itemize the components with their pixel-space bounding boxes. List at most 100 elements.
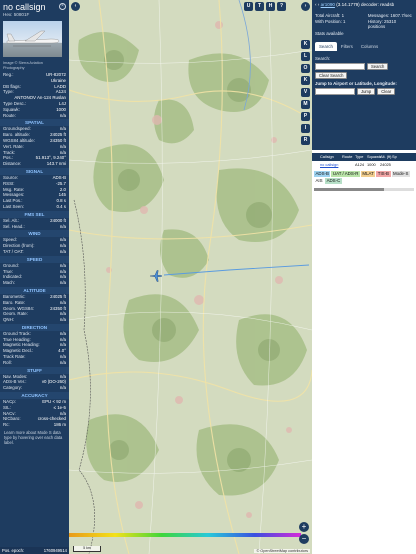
aircraft-list-panel: ‹ › ar1090 (3.14.1779) decoder: readsb T… [312,0,416,554]
photo-credit: Image © Sierra Aviation Photography [3,61,43,70]
map-side-button-2[interactable]: O [301,64,310,73]
panel-tabs: Search Filters Columns [315,41,413,51]
detail-label: Last Seen: [3,203,24,209]
tab-columns[interactable]: Columns [357,42,382,51]
search-area: Search: Search Clear Search Jump to Airp… [315,55,413,95]
source-legend: ADS-B UAT / ADS-R MLAT TIS-B Mode-S AIS ADS-C [312,168,416,187]
version-link[interactable]: ar1090 [321,2,335,7]
column-header[interactable]: Callsign [318,153,340,161]
table-cell [340,161,353,168]
search-input[interactable] [315,62,365,70]
map-side-button-3[interactable]: K [301,76,310,85]
detail-label: Reg.: [3,72,14,77]
section-header-direction[interactable]: DIRECTION [0,323,69,331]
detail-value: n/a [59,359,66,365]
detail-label: Rc: [3,422,10,428]
stat-value: Messages: 1607.7/sec [367,13,412,18]
table-scrollbar[interactable] [314,188,414,191]
tab-search[interactable]: Search [315,41,337,51]
map-side-button-6[interactable]: P [301,112,310,121]
map-button-3[interactable]: ? [277,2,286,11]
zoom-out-button[interactable]: − [299,534,309,544]
section-header-spatial[interactable]: SPATIAL [0,119,69,127]
map-side-button-7[interactable]: I [301,124,310,133]
column-header[interactable]: Sp [390,153,402,161]
aircraft-detail-panel: no callsign Hex: 50801F × Image © Sierra… [0,0,69,554]
aircraft-photo[interactable] [3,21,62,57]
detail-label: Route: [3,112,16,118]
map-side-button-0[interactable]: K [301,40,310,49]
table-row[interactable]: no callsign A124 1000 24025 [312,161,416,168]
detail-row: Route: n/a [0,113,69,119]
expand-right-icon[interactable]: › [301,2,310,11]
stat-value [368,31,413,36]
map-view[interactable]: U T H? KLOKVMPIR ‹ › + − 5 km © OpenStreet… [69,0,312,554]
detail-row: Category: n/a [0,385,69,391]
aircraft-table: Callsign Route Type Squawk Alt. (ft) Sp no ca… [312,153,416,168]
jump-button[interactable]: Jump [357,87,376,95]
detail-value: 0.4 s [56,203,66,209]
map-scale: 5 km [73,546,101,552]
table-cell: A124 [355,162,365,167]
stat-label: Stats available [315,30,344,36]
close-icon[interactable]: × [59,3,66,10]
detail-row: TAT / OAT: n/a [0,249,69,255]
column-header[interactable]: Route [340,153,353,161]
map-tiles[interactable] [69,0,312,554]
callsign-title: no callsign [3,2,46,12]
detail-row: Mach: n/a [0,280,69,286]
search-label: Search: [315,55,331,61]
column-header[interactable]: Alt. (ft) [378,153,391,161]
map-side-button-5[interactable]: M [301,100,310,109]
detail-row: QNH: n/a [0,317,69,323]
section-header-wind[interactable]: WIND [0,230,69,238]
section-header-speed[interactable]: SPEED [0,255,69,263]
detail-label: Distance: [3,161,22,167]
detail-row: Last Seen: 0.4 s [0,204,69,210]
source-badge: AIS [314,178,325,184]
section-header-altitude[interactable]: ALTITUDE [0,286,69,294]
clear-jump-button[interactable]: Clear [377,87,396,95]
map-button-2[interactable]: H [266,2,275,11]
table-cell [390,161,402,168]
detail-value: n/a [59,280,66,286]
stat-label: With Position: 1 [315,19,346,25]
collapse-left-icon[interactable]: ‹ [71,2,80,11]
column-header[interactable]: Squawk [365,153,381,161]
detail-value: n/a [59,112,66,118]
detail-row: Roll: n/a [0,360,69,366]
search-button[interactable]: Search [367,62,389,70]
map-side-button-4[interactable]: V [301,88,310,97]
section-header-stuff[interactable]: STUFF [0,366,69,374]
map-side-button-8[interactable]: R [301,136,310,145]
zoom-in-button[interactable]: + [299,522,309,532]
source-badge: Mode-S [391,171,410,177]
aircraft-photo-icon [6,30,60,47]
jump-label: Jump to Airport or Latitude, Longitude: [315,80,397,86]
detail-label: QNH: [3,317,14,323]
jump-input[interactable] [315,87,355,95]
source-badge: ADS-C [325,178,342,184]
detail-row: Sel. Head.: n/a [0,224,69,230]
stat-value: History: 25310 positions [367,19,397,30]
right-panel-header: ‹ › ar1090 (3.14.1779) decoder: readsb T… [312,0,416,150]
section-header-accuracy[interactable]: ACCURACY [0,392,69,400]
detail-label: Sel. Head.: [3,223,25,229]
map-attribution[interactable]: © OpenStreetMap contributors [254,549,310,553]
detail-header: no callsign Hex: 50801F × [0,0,69,20]
section-header-signal[interactable]: SIGNAL [0,167,69,175]
detail-value: n/a [59,317,66,323]
help-note: Learn more about Mode S data type by hov… [4,430,63,446]
clear-search-button[interactable]: Clear Search [315,71,348,79]
airplane-icon[interactable] [149,269,163,283]
column-header[interactable]: Type [353,153,365,161]
hex-code: Hex: 50801F [3,12,30,17]
map-side-button-1[interactable]: L [301,52,310,61]
version-line: ‹ › ar1090 (3.14.1779) decoder: readsb [315,2,413,7]
map-button-1[interactable]: T [255,2,264,11]
altitude-legend [69,533,301,537]
callsign-link[interactable]: no callsign [318,161,340,168]
section-header-fms-sel[interactable]: FMS SEL [0,210,69,218]
tab-filters[interactable]: Filters [337,42,357,51]
map-button-0[interactable]: U [244,2,253,11]
